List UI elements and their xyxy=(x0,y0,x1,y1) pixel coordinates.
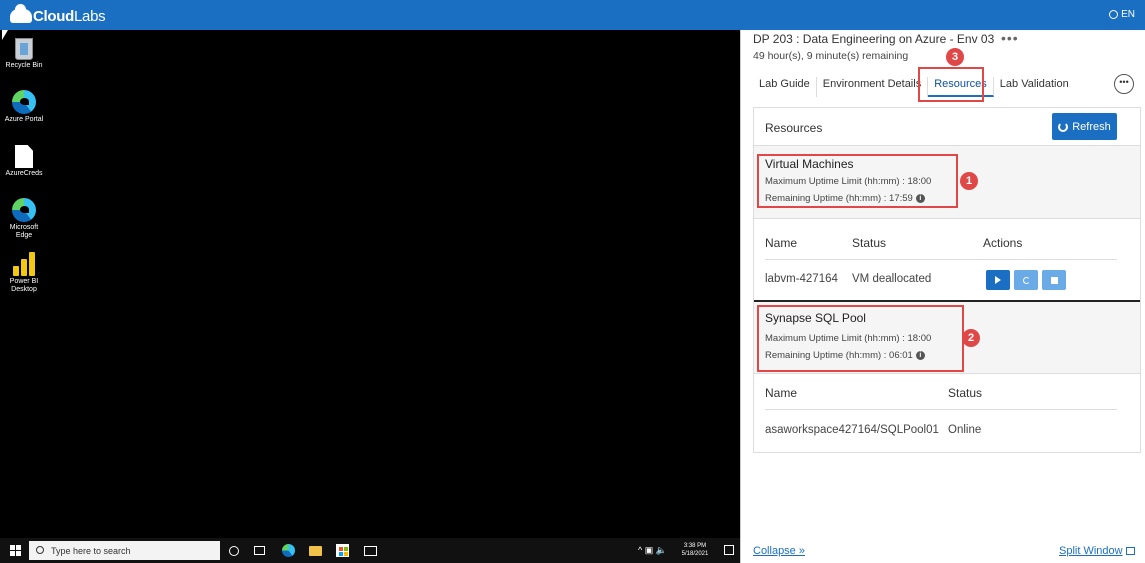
split-window-icon xyxy=(1125,547,1135,555)
recycle-bin-icon xyxy=(15,38,33,60)
brand-light: Labs xyxy=(74,7,106,25)
system-tray-icons[interactable]: ^ ▣ 🔈 xyxy=(638,545,667,556)
desktop-icon-label: Power BI Desktop xyxy=(9,278,39,293)
desktop-icon-label: AzureCreds xyxy=(5,170,43,177)
sql-row-name: asaworkspace427164/SQLPool01 xyxy=(765,424,939,436)
desktop-icon-microsoft-edge[interactable]: Microsoft Edge xyxy=(2,198,46,240)
taskbar-clock[interactable]: 3:38 PM 5/18/2021 xyxy=(678,542,712,558)
time-remaining: 49 hour(s), 9 minute(s) remaining xyxy=(753,50,909,62)
notification-icon[interactable] xyxy=(724,545,734,555)
lab-panel: DP 203 : Data Engineering on Azure - Env… xyxy=(740,30,1145,563)
mail-icon[interactable] xyxy=(364,546,377,556)
vm-row-status: VM deallocated xyxy=(852,273,932,285)
desktop-icon-label: Azure Portal xyxy=(4,116,44,123)
tab-lab-guide[interactable]: Lab Guide xyxy=(753,77,817,97)
edge-icon xyxy=(12,90,36,114)
panel-tabs: Lab Guide Environment Details Resources … xyxy=(753,77,1075,97)
text-document-icon xyxy=(15,145,33,168)
play-icon xyxy=(995,276,1001,284)
file-explorer-icon[interactable] xyxy=(309,546,322,556)
store-icon[interactable] xyxy=(336,544,349,557)
task-view-icon[interactable] xyxy=(254,546,265,555)
clock-date: 5/18/2021 xyxy=(681,551,709,557)
desktop-icon-azure-portal[interactable]: Azure Portal xyxy=(2,90,46,124)
taskbar-search-box[interactable]: Type here to search xyxy=(29,541,220,560)
language-selector[interactable]: EN xyxy=(1109,9,1135,20)
desktop-icon-azurecreds[interactable]: AzureCreds xyxy=(2,145,46,178)
split-window-link[interactable]: Split Window xyxy=(1059,545,1135,557)
sql-col-name: Name xyxy=(765,386,798,400)
cortana-icon[interactable] xyxy=(229,546,239,556)
refresh-icon xyxy=(1058,121,1069,132)
resources-header: Resources Refresh xyxy=(754,108,1140,146)
desktop-icon-recycle-bin[interactable]: Recycle Bin xyxy=(2,36,46,70)
sql-row-status: Online xyxy=(948,424,982,436)
collapse-link[interactable]: Collapse » xyxy=(753,545,805,557)
language-label: EN xyxy=(1121,9,1135,20)
annotation-badge-2: 2 xyxy=(962,329,980,347)
vm-col-actions: Actions xyxy=(983,236,1023,250)
taskbar-edge-icon[interactable] xyxy=(282,544,295,557)
vm-table: Name Status Actions labvm-427164 VM deal… xyxy=(754,218,1140,300)
annotation-badge-1: 1 xyxy=(960,172,978,190)
vm-col-name: Name xyxy=(765,236,798,250)
refresh-label: Refresh xyxy=(1072,120,1111,133)
start-vm-button[interactable] xyxy=(986,270,1010,290)
sql-col-status: Status xyxy=(948,386,983,400)
annotation-box-vm xyxy=(757,154,958,208)
edge-icon xyxy=(12,198,36,222)
desktop-icon-label: Recycle Bin xyxy=(5,62,43,69)
annotation-box-sql xyxy=(757,305,964,372)
power-bi-icon xyxy=(13,252,35,276)
globe-icon xyxy=(1109,10,1119,19)
top-bar: Cloud Labs EN xyxy=(0,0,1145,30)
stop-vm-button[interactable] xyxy=(1042,270,1066,290)
lab-title: DP 203 : Data Engineering on Azure - Env… xyxy=(753,32,995,46)
clock-time: 3:38 PM xyxy=(683,543,707,549)
remote-desktop[interactable]: Recycle Bin Azure Portal AzureCreds Micr… xyxy=(0,30,740,538)
cloudlabs-logo: Cloud Labs xyxy=(10,4,106,26)
section-divider xyxy=(754,300,1140,302)
taskbar-search-placeholder: Type here to search xyxy=(51,545,131,556)
vm-col-status: Status xyxy=(852,236,887,250)
brand-bold: Cloud xyxy=(33,7,74,25)
restart-vm-button[interactable] xyxy=(1014,270,1038,290)
annotation-box-resources-tab xyxy=(918,67,984,102)
stop-icon xyxy=(1050,276,1058,284)
lab-menu-dots-icon[interactable]: ••• xyxy=(1001,30,1019,46)
cloud-icon xyxy=(10,4,32,23)
vm-row-name: labvm-427164 xyxy=(765,273,838,285)
windows-taskbar: Type here to search ^ ▣ 🔈 3:38 PM 5/18/2… xyxy=(0,538,740,563)
resources-title: Resources xyxy=(765,121,823,135)
sql-table: Name Status asaworkspace427164/SQLPool01… xyxy=(754,373,1140,452)
windows-start-icon[interactable] xyxy=(10,545,21,556)
desktop-icon-power-bi[interactable]: Power BI Desktop xyxy=(2,252,46,294)
tab-environment-details[interactable]: Environment Details xyxy=(817,77,929,97)
tab-lab-validation[interactable]: Lab Validation xyxy=(994,77,1075,97)
restart-icon xyxy=(1022,276,1030,284)
more-options-button[interactable]: ••• xyxy=(1114,74,1134,94)
desktop-icon-label: Microsoft Edge xyxy=(9,224,39,239)
refresh-button[interactable]: Refresh xyxy=(1052,113,1117,140)
annotation-badge-3: 3 xyxy=(946,48,964,66)
search-icon xyxy=(36,546,44,554)
